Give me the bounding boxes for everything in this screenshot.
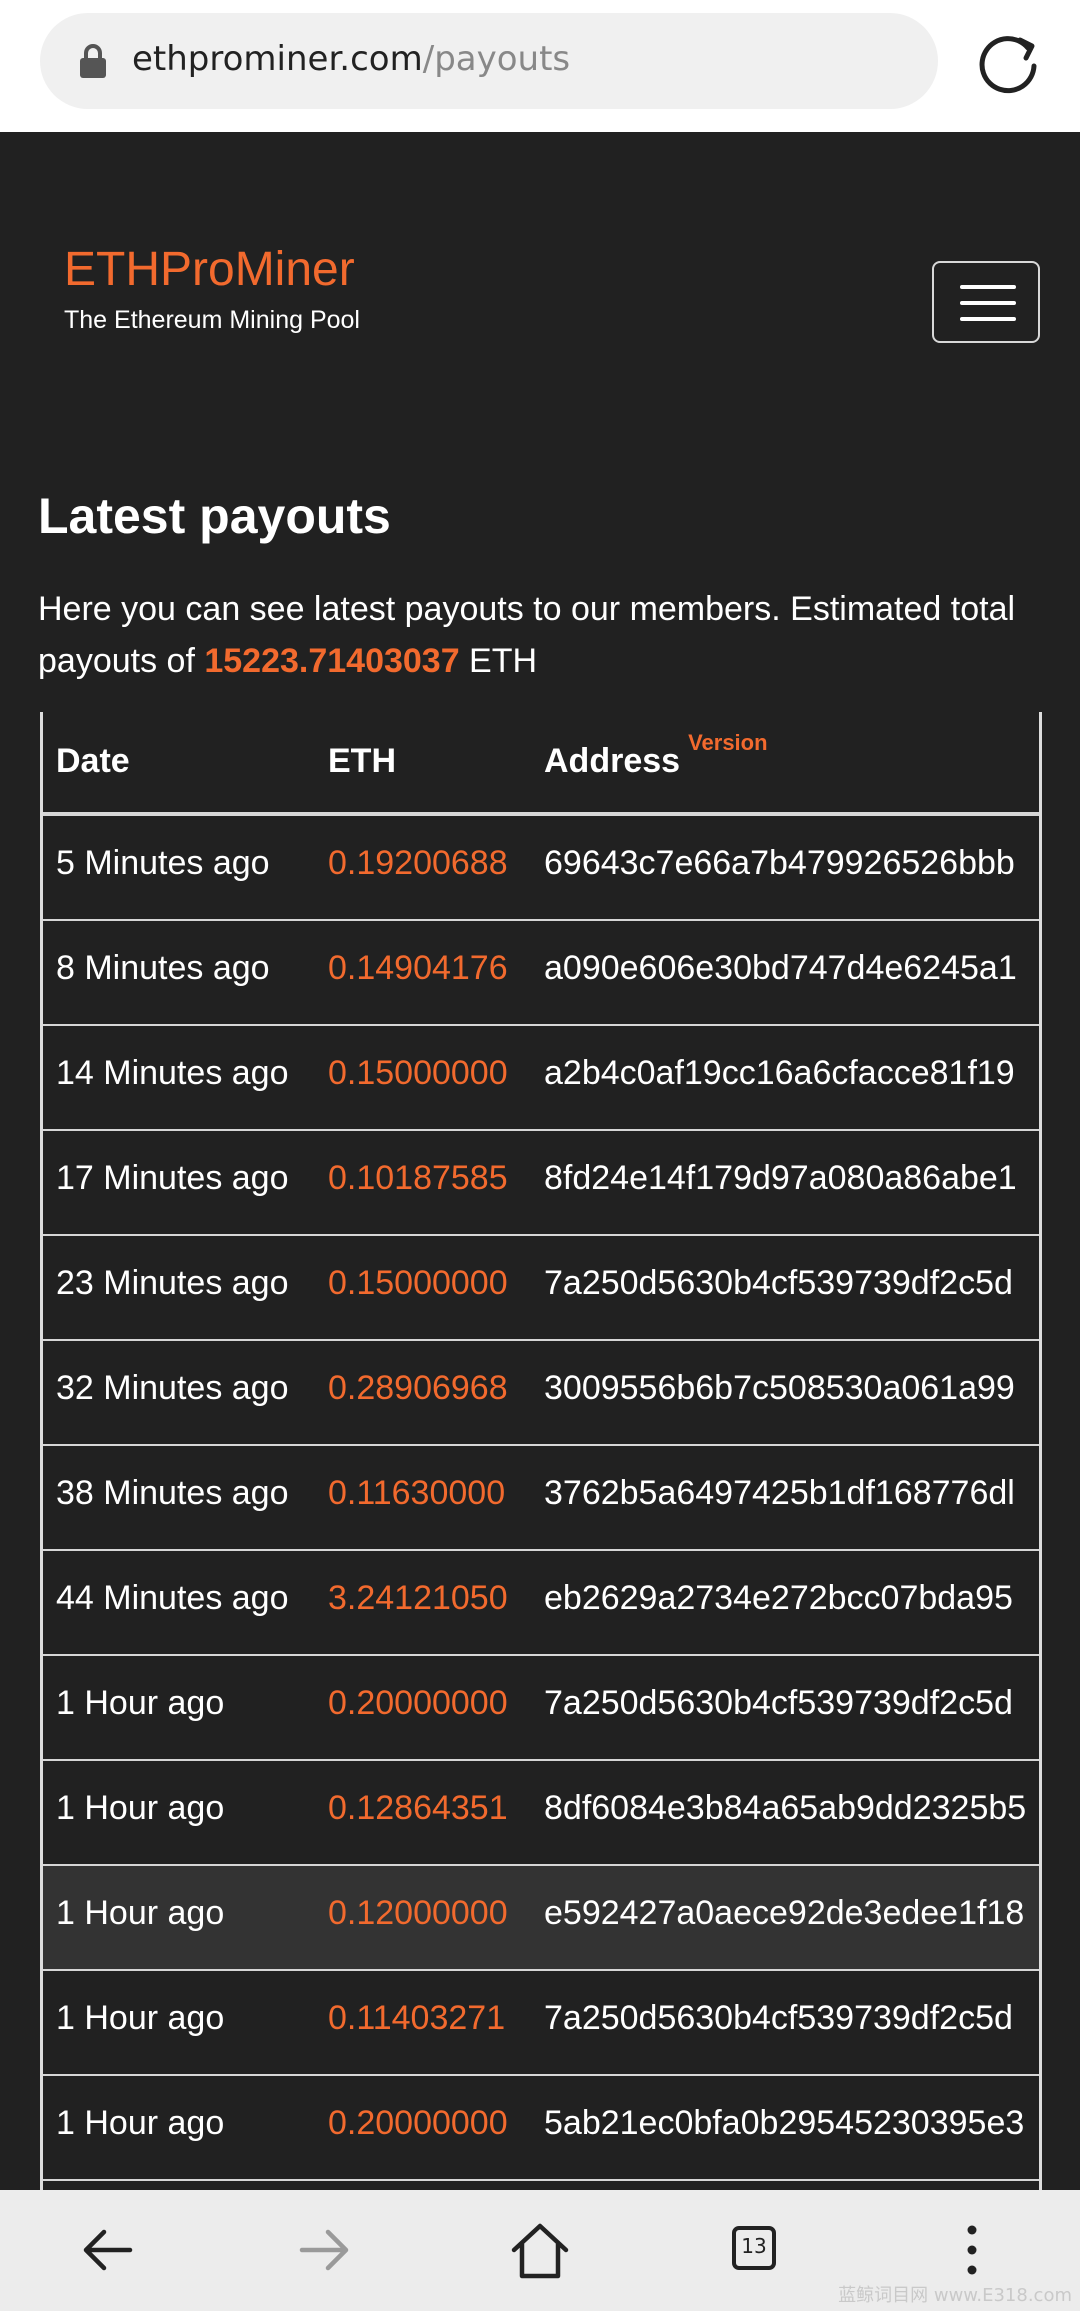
payout-date: 38 Minutes ago bbox=[56, 1474, 289, 1512]
version-link[interactable]: Version bbox=[688, 730, 767, 755]
payout-address[interactable]: a2b4c0af19cc16a6cfacce81f19 bbox=[544, 1054, 1015, 1093]
payout-amount: 0.19200688 bbox=[328, 844, 508, 882]
more-menu-icon[interactable] bbox=[940, 2218, 1004, 2282]
payout-amount: 0.15000000 bbox=[328, 1264, 508, 1302]
payout-date: 1 Hour ago bbox=[56, 1999, 225, 2037]
payout-date: 1 Hour ago bbox=[56, 2104, 225, 2142]
site-tagline: The Ethereum Mining Pool bbox=[64, 306, 360, 334]
table-row: 1 Hour ago 0.20000000 7a250d5630b4cf539739… bbox=[43, 1656, 1039, 1761]
payout-date: 8 Minutes ago bbox=[56, 949, 270, 987]
payout-address[interactable]: 3762b5a6497425b1df168776dl bbox=[544, 1474, 1015, 1513]
table-body: 5 Minutes ago 0.19200688 69643c7e66a7b4799… bbox=[43, 816, 1039, 2181]
table-row: 1 Hour ago 0.20000000 5ab21ec0bfa0b2954523… bbox=[43, 2076, 1039, 2181]
payout-amount: 0.10187585 bbox=[328, 1159, 508, 1197]
table-row-partial bbox=[43, 2181, 1039, 2190]
url-path: /payouts bbox=[422, 39, 571, 79]
address-bar[interactable]: ethprominer.com/payouts bbox=[40, 13, 938, 109]
address-header-label: Address bbox=[544, 742, 681, 780]
column-header-date: Date bbox=[56, 742, 130, 780]
browser-top-bar: ethprominer.com/payouts bbox=[0, 0, 1080, 132]
tab-count: 13 bbox=[741, 2234, 767, 2258]
payout-date: 5 Minutes ago bbox=[56, 844, 270, 882]
payout-date: 1 Hour ago bbox=[56, 1894, 225, 1932]
payout-amount: 0.11630000 bbox=[328, 1474, 506, 1512]
menu-icon-bar bbox=[960, 301, 1016, 305]
home-icon[interactable] bbox=[508, 2218, 572, 2282]
payout-address[interactable]: 7a250d5630b4cf539739df2c5d bbox=[544, 1264, 1013, 1303]
menu-icon-bar bbox=[960, 285, 1016, 289]
tabs-button[interactable]: 13 bbox=[724, 2218, 788, 2282]
table-row: 1 Hour ago 0.12864351 8df6084e3b84a65ab9dd… bbox=[43, 1761, 1039, 1866]
table-row: 17 Minutes ago 0.10187585 8fd24e14f179d97a… bbox=[43, 1131, 1039, 1236]
intro-text: Here you can see latest payouts to our m… bbox=[38, 583, 1038, 687]
column-header-address: Address Version bbox=[544, 730, 768, 781]
menu-icon-bar bbox=[960, 317, 1016, 321]
payout-address[interactable]: 5ab21ec0bfa0b29545230395e3 bbox=[544, 2104, 1024, 2143]
url-domain: ethprominer.com bbox=[132, 39, 423, 79]
table-row: 1 Hour ago 0.12000000 e592427a0aece92de3ed… bbox=[43, 1866, 1039, 1971]
payout-address[interactable]: 69643c7e66a7b479926526bbb bbox=[544, 844, 1015, 883]
payout-date: 32 Minutes ago bbox=[56, 1369, 289, 1407]
browser-bottom-bar: 13 蓝鲸词目网 www.E318.com bbox=[0, 2190, 1080, 2311]
watermark-text: 蓝鲸词目网 www.E318.com bbox=[838, 2285, 1072, 2306]
payout-amount: 0.12000000 bbox=[328, 1894, 508, 1932]
reload-icon[interactable] bbox=[976, 30, 1042, 96]
payout-amount: 0.28906968 bbox=[328, 1369, 508, 1407]
back-arrow-icon[interactable] bbox=[76, 2218, 140, 2282]
table-row: 23 Minutes ago 0.15000000 7a250d5630b4cf53… bbox=[43, 1236, 1039, 1341]
site-brand[interactable]: ETHProMiner bbox=[64, 242, 355, 297]
payout-amount: 0.15000000 bbox=[328, 1054, 508, 1092]
payout-date: 44 Minutes ago bbox=[56, 1579, 289, 1617]
total-payouts: 15223.71403037 bbox=[204, 642, 460, 680]
payout-date: 1 Hour ago bbox=[56, 1789, 225, 1827]
url-text[interactable]: ethprominer.com/payouts bbox=[132, 39, 570, 79]
lock-icon bbox=[80, 44, 106, 78]
payout-amount: 0.12864351 bbox=[328, 1789, 508, 1827]
table-row: 14 Minutes ago 0.15000000 a2b4c0af19cc16a6… bbox=[43, 1026, 1039, 1131]
payouts-table: Date ETH Address Version 5 Minutes ago 0.1… bbox=[40, 712, 1042, 2190]
total-unit: ETH bbox=[459, 642, 538, 680]
payout-address[interactable]: e592427a0aece92de3edee1f18 bbox=[544, 1894, 1024, 1933]
payout-address[interactable]: 8fd24e14f179d97a080a86abe1 bbox=[544, 1159, 1017, 1198]
column-header-eth: ETH bbox=[328, 742, 396, 780]
payout-address[interactable]: 7a250d5630b4cf539739df2c5d bbox=[544, 1684, 1013, 1723]
payout-amount: 0.14904176 bbox=[328, 949, 508, 987]
payout-address[interactable]: 8df6084e3b84a65ab9dd2325b5 bbox=[544, 1789, 1026, 1828]
payout-date: 23 Minutes ago bbox=[56, 1264, 289, 1302]
table-row: 5 Minutes ago 0.19200688 69643c7e66a7b4799… bbox=[43, 816, 1039, 921]
payout-amount: 0.20000000 bbox=[328, 1684, 508, 1722]
payout-amount: 0.11403271 bbox=[328, 1999, 506, 2037]
payout-address[interactable]: eb2629a2734e272bcc07bda95 bbox=[544, 1579, 1013, 1618]
table-header: Date ETH Address Version bbox=[43, 712, 1039, 816]
payout-address[interactable]: 7a250d5630b4cf539739df2c5d bbox=[544, 1999, 1013, 2038]
page-title: Latest payouts bbox=[38, 488, 391, 544]
table-row: 8 Minutes ago 0.14904176 a090e606e30bd747d… bbox=[43, 921, 1039, 1026]
payout-date: 17 Minutes ago bbox=[56, 1159, 289, 1197]
payout-amount: 3.24121050 bbox=[328, 1579, 508, 1617]
payout-address[interactable]: a090e606e30bd747d4e6245a1 bbox=[544, 949, 1017, 988]
table-row: 32 Minutes ago 0.28906968 3009556b6b7c5085… bbox=[43, 1341, 1039, 1446]
forward-arrow-icon[interactable] bbox=[292, 2218, 356, 2282]
table-row: 1 Hour ago 0.11403271 7a250d5630b4cf539739… bbox=[43, 1971, 1039, 2076]
table-row: 38 Minutes ago 0.11630000 3762b5a6497425b1… bbox=[43, 1446, 1039, 1551]
payout-address[interactable]: 3009556b6b7c508530a061a99 bbox=[544, 1369, 1015, 1408]
hamburger-menu-button[interactable] bbox=[932, 261, 1040, 343]
payout-date: 14 Minutes ago bbox=[56, 1054, 289, 1092]
payout-date: 1 Hour ago bbox=[56, 1684, 225, 1722]
table-row: 44 Minutes ago 3.24121050 eb2629a2734e272b… bbox=[43, 1551, 1039, 1656]
payout-amount: 0.20000000 bbox=[328, 2104, 508, 2142]
